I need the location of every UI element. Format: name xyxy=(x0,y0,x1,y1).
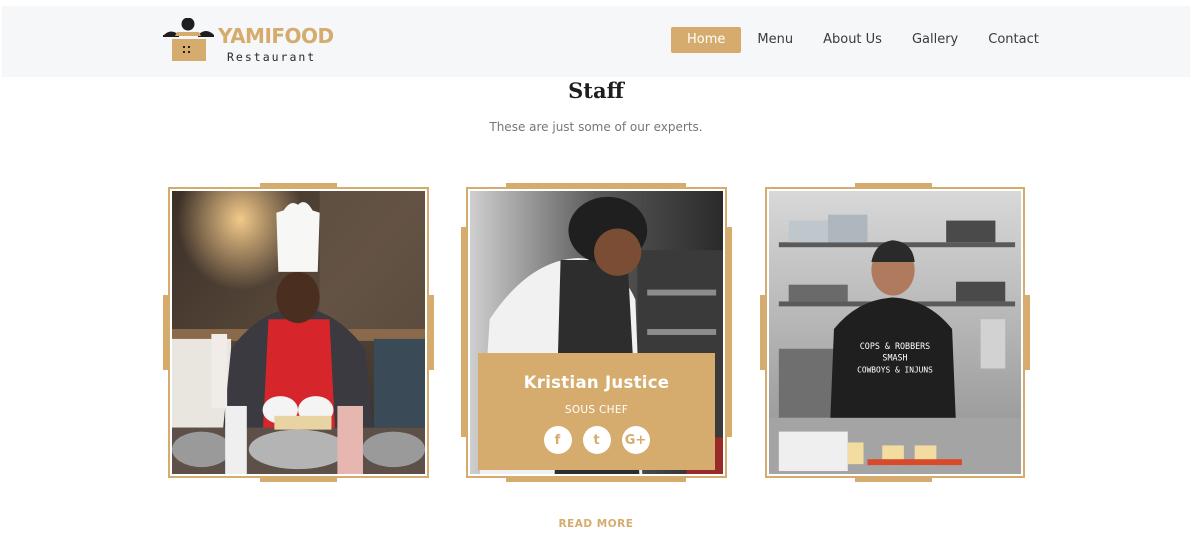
card-accent-right xyxy=(429,295,434,370)
nav-gallery[interactable]: Gallery xyxy=(897,27,973,53)
staff-photo-1 xyxy=(172,191,425,474)
nav-about-us[interactable]: About Us xyxy=(808,27,897,53)
staff-title: Staff xyxy=(568,78,624,103)
card-frame: Kristian Justice SOUS CHEF f t G+ xyxy=(466,187,727,478)
card-frame: COPS & ROBBERS SMASH COWBOYS & INJUNS xyxy=(765,187,1025,478)
facebook-icon[interactable]: f xyxy=(543,426,572,454)
staff-card-3[interactable]: COPS & ROBBERS SMASH COWBOYS & INJUNS xyxy=(760,183,1030,482)
main-nav: Home Menu About Us Gallery Contact xyxy=(671,27,1054,53)
staff-subtitle: These are just some of our experts. xyxy=(489,120,703,134)
nav-menu[interactable]: Menu xyxy=(742,27,808,53)
nav-contact[interactable]: Contact xyxy=(973,27,1054,53)
card-accent-right xyxy=(1025,295,1030,370)
staff-card-1[interactable] xyxy=(163,183,434,482)
staff-role: SOUS CHEF xyxy=(564,404,629,416)
staff-photo-3: COPS & ROBBERS SMASH COWBOYS & INJUNS xyxy=(769,191,1021,474)
google-plus-icon[interactable]: G+ xyxy=(621,426,650,454)
staff-card-2[interactable]: Kristian Justice SOUS CHEF f t G+ xyxy=(461,183,732,482)
site-header: YAMIFOOD Restaurant Home Menu About Us G… xyxy=(2,6,1190,77)
twitter-icon[interactable]: t xyxy=(582,426,611,454)
staff-name: Kristian Justice xyxy=(523,373,670,392)
staff-info-overlay: Kristian Justice SOUS CHEF f t G+ xyxy=(478,353,715,470)
brand-name: YAMIFOOD xyxy=(218,24,334,48)
nav-home[interactable]: Home xyxy=(671,27,742,53)
shirt-text-line-2: SMASH xyxy=(882,353,907,363)
social-links: f t G+ xyxy=(478,426,715,454)
chef-logo-icon xyxy=(163,18,214,61)
brand-logo[interactable]: YAMIFOOD Restaurant xyxy=(162,18,334,66)
card-frame xyxy=(168,187,429,478)
shirt-text-line-1: COPS & ROBBERS xyxy=(860,341,930,351)
brand-subtitle: Restaurant xyxy=(227,50,317,64)
card-accent-right xyxy=(727,227,732,437)
read-more-link[interactable]: READ MORE xyxy=(0,518,1192,530)
shirt-text-line-3: COWBOYS & INJUNS xyxy=(857,365,933,374)
